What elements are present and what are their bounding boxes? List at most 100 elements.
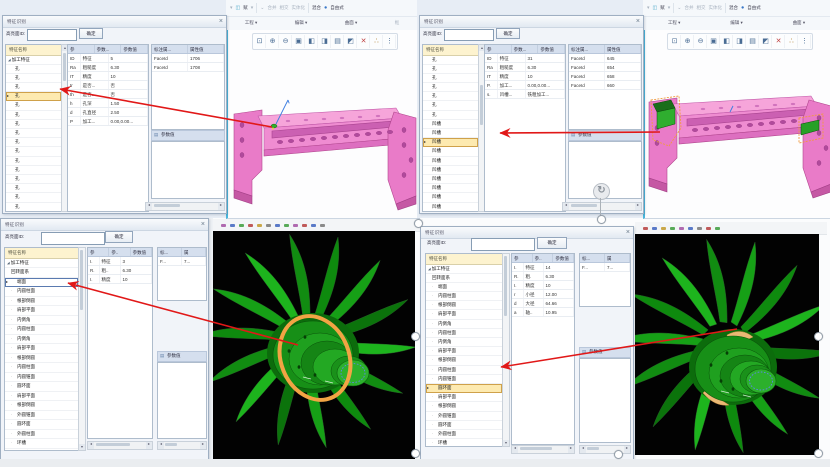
tree-item[interactable]: 孔 [423,111,478,120]
scroll-left-icon[interactable]: ◄ [580,446,586,453]
scroll-thumb[interactable] [165,443,177,446]
tree-item[interactable]: 端面 [426,283,502,292]
tree-item[interactable]: 肩部平面 [426,347,502,356]
mini-tool-icon[interactable] [688,227,693,230]
param-row[interactable]: Ra 粗糙度 6.30 [485,63,565,72]
expander-icon[interactable]: ◢ [7,261,10,265]
view-tool-icon[interactable]: ⊡ [254,35,266,48]
scroll-left-icon[interactable]: ◄ [88,442,94,449]
tree-item[interactable]: 孔 [6,147,61,156]
view-tool-icon[interactable]: ◧ [306,35,318,48]
dialog-titlebar[interactable]: 特征识别 × [420,16,643,28]
scroll-right-icon[interactable]: ► [200,442,206,449]
h-scrollbar[interactable]: ◄ ► [157,441,207,450]
ribbon-group-engineering[interactable]: 工程 ▾ [245,20,258,26]
tree-item[interactable]: 环槽 [426,439,502,447]
tree-group-item[interactable]: 回转面系 [5,268,78,278]
tree-item[interactable]: 凹槽 [423,157,478,166]
selection-handle[interactable] [614,450,623,459]
param-row[interactable]: tr 是否... 否 [68,81,148,90]
highlighted-hole-face[interactable] [271,124,277,128]
attr-row[interactable]: FaceId 658 [569,72,641,81]
mini-tool-icon[interactable] [248,224,253,227]
feature-tree[interactable]: 特征名称 孔孔孔孔孔孔孔凹槽凹槽凹槽凹槽凹槽凹槽凹槽凹槽凹槽凹槽凹槽凹槽凹槽 [422,44,479,212]
scroll-right-icon[interactable]: ► [568,446,574,453]
feature-tree[interactable]: 特征名称 ◢加工特征 回转面系 端面内圆柱面根部倒圆肩部平面内倒角内圆柱面内倒角… [4,247,79,451]
params-value-bar[interactable]: 参数值 [568,130,642,141]
ribbon-group-surface[interactable]: 曲面 ▾ [345,20,358,26]
tree-item[interactable]: 肩部平面 [5,392,78,402]
param-row[interactable]: R. 粗. 6.30 [512,272,574,281]
mini-tool-icon[interactable] [221,224,226,227]
selection-handle[interactable] [411,332,420,341]
tree-item[interactable]: 外圆锥面 [5,411,78,421]
view-tool-icon[interactable]: ▣ [708,35,720,48]
params-value-bar[interactable]: 参数值 [151,130,225,141]
tree-item[interactable]: 外圆柱面 [5,430,78,440]
expander-icon[interactable]: ◢ [8,58,11,62]
tree-item[interactable]: 凹槽 [423,166,478,175]
close-icon[interactable]: × [626,228,630,237]
confirm-button[interactable]: 确定 [79,28,103,39]
view-tool-icon[interactable]: ∴ [786,35,798,48]
params-value-bar[interactable]: 参数值 [579,347,631,358]
intersect-button[interactable]: 相交 [279,5,288,11]
param-row[interactable]: d 孔直径 2.50 [68,108,148,117]
scroll-thumb[interactable] [96,443,130,446]
selection-handle[interactable] [597,215,606,224]
tree-item[interactable]: 根部倒圆 [5,354,78,364]
tree-item[interactable]: 内倒角 [5,335,78,345]
assign-button[interactable]: 赋 [243,5,248,11]
param-table[interactable]: 参参数...参数值 ID 特征 5 Ra 粗糙度 6.30 IT 精度 10 [67,44,149,212]
mini-tool-icon[interactable] [284,224,289,227]
selection-handle[interactable] [414,219,423,228]
mini-tool-icon[interactable] [275,224,280,227]
tree-item[interactable]: 凹槽 [423,184,478,193]
tree-item[interactable]: 孔 [6,92,61,101]
ribbon-group-edit[interactable]: 编辑 ▾ [295,20,308,26]
tree-item[interactable]: 内圆柱面 [5,287,78,297]
tree-item[interactable]: 孔 [423,101,478,110]
tree-item[interactable]: 凹槽 [423,175,478,184]
tree-item[interactable]: 孔 [423,65,478,74]
attr-row[interactable]: FaceId 660 [569,81,641,90]
scroll-left-icon[interactable]: ◄ [146,203,152,210]
view-tool-icon[interactable]: ◧ [721,35,733,48]
merge-button[interactable]: 合并 [267,5,276,11]
params-value-bar[interactable]: 参数值 [157,351,207,362]
close-icon[interactable]: × [201,220,205,229]
tree-root-item[interactable]: ◢加工特征 [426,265,502,274]
tree-item[interactable]: 孔 [423,56,478,65]
tree-item[interactable]: 孔 [6,175,61,184]
view-tool-icon[interactable]: ⊖ [280,35,292,48]
view-tool-icon[interactable]: ◨ [319,35,331,48]
param-row[interactable]: IT 精度 10 [68,72,148,81]
solidify-button[interactable]: 实体化 [291,5,305,11]
highlight-id-input[interactable] [444,29,494,41]
mini-tool-icon[interactable] [257,224,262,227]
tree-item[interactable]: 外圆锥面 [426,412,502,421]
tree-item[interactable]: 孔 [6,65,61,74]
view-tool-icon[interactable]: ∴ [371,35,383,48]
param-row[interactable]: s. 凹槽... 铣粗加工... [485,90,565,99]
scroll-down-icon[interactable]: ▼ [79,444,85,450]
tree-item[interactable]: 凹槽 [423,147,478,156]
view-tool-icon[interactable]: ⋮ [799,35,811,48]
expander-icon[interactable]: ◢ [428,267,431,271]
tree-root-item[interactable]: ◢加工特征 [5,259,78,269]
overflow-icon[interactable]: ▾ [647,5,650,11]
selection-handle[interactable] [411,449,420,458]
mini-tool-icon[interactable] [670,227,675,230]
more-icon[interactable]: ⌄ [677,5,681,11]
mini-tool-icon[interactable] [706,227,711,230]
tree-item[interactable]: 凹槽 [423,129,478,138]
viewport-3d[interactable] [643,30,830,219]
scroll-right-icon[interactable]: ► [624,446,630,453]
tree-item[interactable]: 圆环面 [5,382,78,392]
assign-button[interactable]: 赋 [660,5,665,11]
overflow-icon[interactable]: ▾ [230,5,233,11]
param-row[interactable]: P. 加工... 0.00,0.00... [485,81,565,90]
merge-button[interactable]: 合并 [684,5,693,11]
param-row[interactable]: I. 精度 10 [88,275,152,284]
param-row[interactable]: IT 精度 10 [485,72,565,81]
